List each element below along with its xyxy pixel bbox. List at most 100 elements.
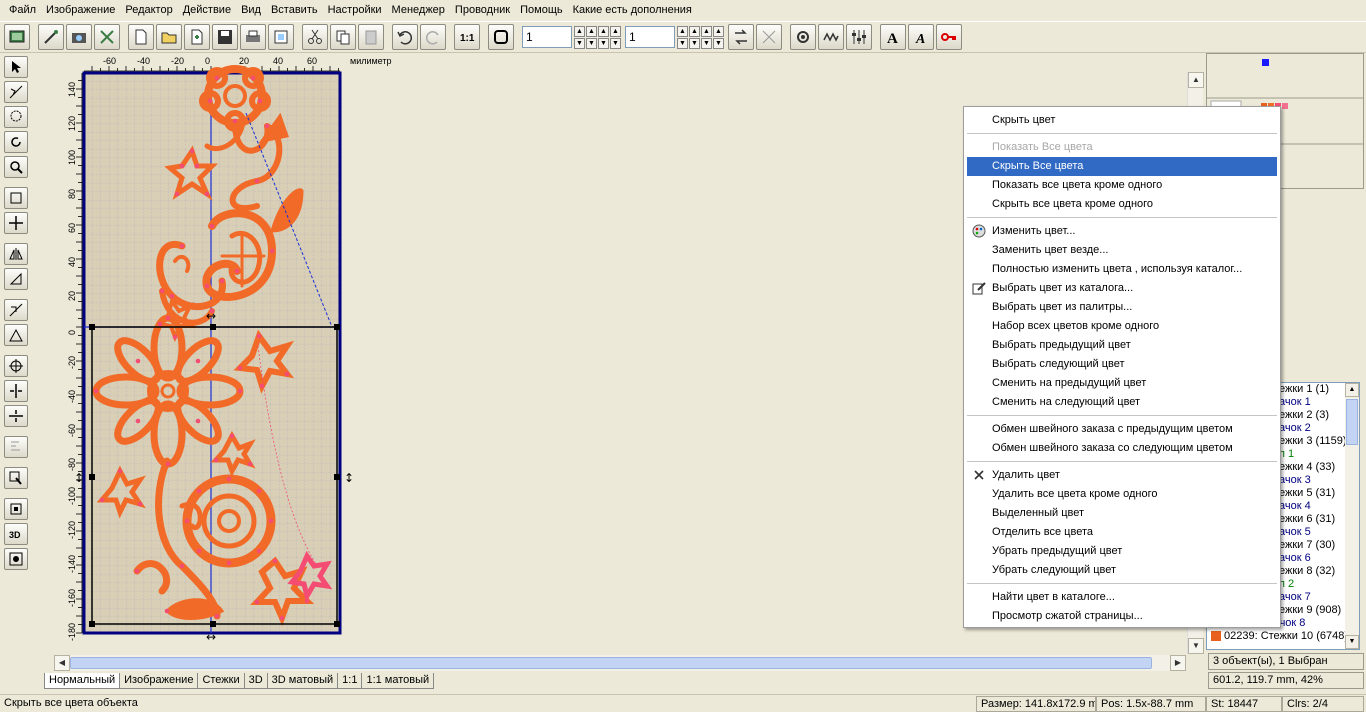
context-menu-item[interactable]: Найти цвет в каталоге... — [967, 588, 1277, 607]
skew-tool[interactable] — [4, 299, 28, 321]
spin2-down-1[interactable]: ▼ — [677, 37, 688, 49]
spin2-down-3[interactable]: ▼ — [701, 37, 712, 49]
reshape-tool[interactable] — [4, 81, 28, 103]
spin-down-3[interactable]: ▼ — [598, 37, 609, 49]
context-menu-item[interactable]: Сменить на следующий цвет — [967, 393, 1277, 412]
context-menu-item[interactable]: Сменить на предыдущий цвет — [967, 374, 1277, 393]
spin-input-2[interactable] — [625, 26, 675, 48]
mirror-h-tool[interactable] — [4, 243, 28, 265]
spin-down-4[interactable]: ▼ — [610, 37, 621, 49]
menu-5[interactable]: Вставить — [266, 1, 323, 19]
rotate-tool[interactable] — [4, 131, 28, 153]
scroll-down-button[interactable]: ▼ — [1188, 638, 1204, 654]
tab-6[interactable]: 1:1 матовый — [361, 673, 435, 689]
context-menu-item[interactable]: Удалить цвет — [967, 466, 1277, 485]
context-menu-item[interactable]: Обмен швейного заказа с предыдущим цвето… — [967, 420, 1277, 439]
spin2-down-2[interactable]: ▼ — [689, 37, 700, 49]
menu-9[interactable]: Помощь — [515, 1, 568, 19]
copy-button[interactable] — [330, 24, 356, 50]
undo-button[interactable] — [392, 24, 418, 50]
tab-3[interactable]: 3D — [243, 673, 268, 689]
move-tool[interactable] — [4, 212, 28, 234]
tab-2[interactable]: Стежки — [197, 673, 245, 689]
actual-size-button[interactable]: 1:1 — [454, 24, 480, 50]
hoop-button[interactable] — [488, 24, 514, 50]
menu-0[interactable]: Файл — [4, 1, 41, 19]
paste-button[interactable] — [358, 24, 384, 50]
menu-1[interactable]: Изображение — [41, 1, 120, 19]
realistic-view-tool[interactable] — [4, 548, 28, 570]
monogram-button[interactable]: A — [908, 24, 934, 50]
scroll-left-button[interactable]: ◀ — [54, 655, 70, 671]
zoom-tool[interactable] — [4, 156, 28, 178]
tab-5[interactable]: 1:1 — [337, 673, 363, 689]
open-design-button[interactable] — [4, 24, 30, 50]
select-tool[interactable] — [4, 56, 28, 78]
spin2-up-1[interactable]: ▲ — [677, 25, 688, 37]
text-tool-button[interactable]: A — [880, 24, 906, 50]
context-menu-item[interactable]: Обмен швейного заказа со следующим цвето… — [967, 439, 1277, 458]
view-3d-tool[interactable]: 3D — [4, 523, 28, 545]
density-button[interactable] — [846, 24, 872, 50]
context-menu-item[interactable]: Отделить все цвета — [967, 523, 1277, 542]
split-v-tool[interactable] — [4, 380, 28, 402]
settings-button[interactable] — [790, 24, 816, 50]
cut-button[interactable] — [302, 24, 328, 50]
object-list-scrollbar[interactable]: ▲ ▼ — [1345, 383, 1359, 649]
stitch-tool-button[interactable] — [94, 24, 120, 50]
context-menu-item[interactable]: Выбрать предыдущий цвет — [967, 336, 1277, 355]
menu-3[interactable]: Действие — [178, 1, 236, 19]
mirror-v-tool[interactable] — [4, 268, 28, 290]
menu-10[interactable]: Какие есть дополнения — [568, 1, 697, 19]
horizontal-scroll-thumb[interactable] — [70, 657, 1152, 669]
new-file-button[interactable] — [128, 24, 154, 50]
open-file-button[interactable] — [156, 24, 182, 50]
context-menu-item[interactable]: Выбрать цвет из палитры... — [967, 298, 1277, 317]
tab-1[interactable]: Изображение — [119, 673, 199, 689]
stitch-type-button[interactable] — [818, 24, 844, 50]
list-scroll-down[interactable]: ▼ — [1345, 635, 1359, 649]
menu-2[interactable]: Редактор — [120, 1, 177, 19]
spin-input-1[interactable] — [522, 26, 572, 48]
key-button[interactable] — [936, 24, 962, 50]
center-tool[interactable] — [4, 355, 28, 377]
context-menu-item[interactable]: Скрыть цвет — [967, 111, 1277, 130]
path-order-button[interactable] — [728, 24, 754, 50]
context-menu-item[interactable]: Убрать следующий цвет — [967, 561, 1277, 580]
spin-down-1[interactable]: ▼ — [574, 37, 585, 49]
menu-4[interactable]: Вид — [236, 1, 266, 19]
menu-6[interactable]: Настройки — [323, 1, 387, 19]
angle-tool[interactable] — [4, 324, 28, 346]
context-menu-item[interactable]: Показать все цвета кроме одного — [967, 176, 1277, 195]
object-list-item[interactable]: 02239: Стежки 10 (6748) — [1207, 630, 1359, 643]
context-menu-item[interactable]: Скрыть Все цвета — [967, 157, 1277, 176]
context-menu-item[interactable]: Выделенный цвет — [967, 504, 1277, 523]
context-menu-item[interactable]: Выбрать цвет из каталога... — [967, 279, 1277, 298]
tab-0[interactable]: Нормальный — [44, 673, 121, 689]
list-scroll-thumb[interactable] — [1346, 399, 1358, 445]
lasso-tool[interactable] — [4, 106, 28, 128]
spin-up-4[interactable]: ▲ — [610, 25, 621, 37]
spin-down-2[interactable]: ▼ — [586, 37, 597, 49]
magic-wand-button[interactable] — [38, 24, 64, 50]
spin-up-3[interactable]: ▲ — [598, 25, 609, 37]
context-menu-item[interactable]: Полностью изменить цвета , используя кат… — [967, 260, 1277, 279]
context-menu-item[interactable]: Выбрать следующий цвет — [967, 355, 1277, 374]
spin2-up-2[interactable]: ▲ — [689, 25, 700, 37]
horizontal-scrollbar[interactable]: ◀ ▶ — [54, 655, 1186, 671]
spin2-up-3[interactable]: ▲ — [701, 25, 712, 37]
print-preview-button[interactable] — [268, 24, 294, 50]
fit-page-tool[interactable] — [4, 498, 28, 520]
insert-button[interactable] — [184, 24, 210, 50]
redo-button[interactable] — [420, 24, 446, 50]
menu-8[interactable]: Проводник — [450, 1, 515, 19]
scroll-up-button[interactable]: ▲ — [1188, 72, 1204, 88]
spin-up-1[interactable]: ▲ — [574, 25, 585, 37]
split-h-tool[interactable] — [4, 405, 28, 427]
pick-tool[interactable] — [4, 467, 28, 489]
menu-7[interactable]: Менеджер — [387, 1, 450, 19]
context-menu-item[interactable]: Удалить все цвета кроме одного — [967, 485, 1277, 504]
spin2-up-4[interactable]: ▲ — [713, 25, 724, 37]
tab-4[interactable]: 3D матовый — [266, 673, 339, 689]
list-scroll-up[interactable]: ▲ — [1345, 383, 1359, 397]
